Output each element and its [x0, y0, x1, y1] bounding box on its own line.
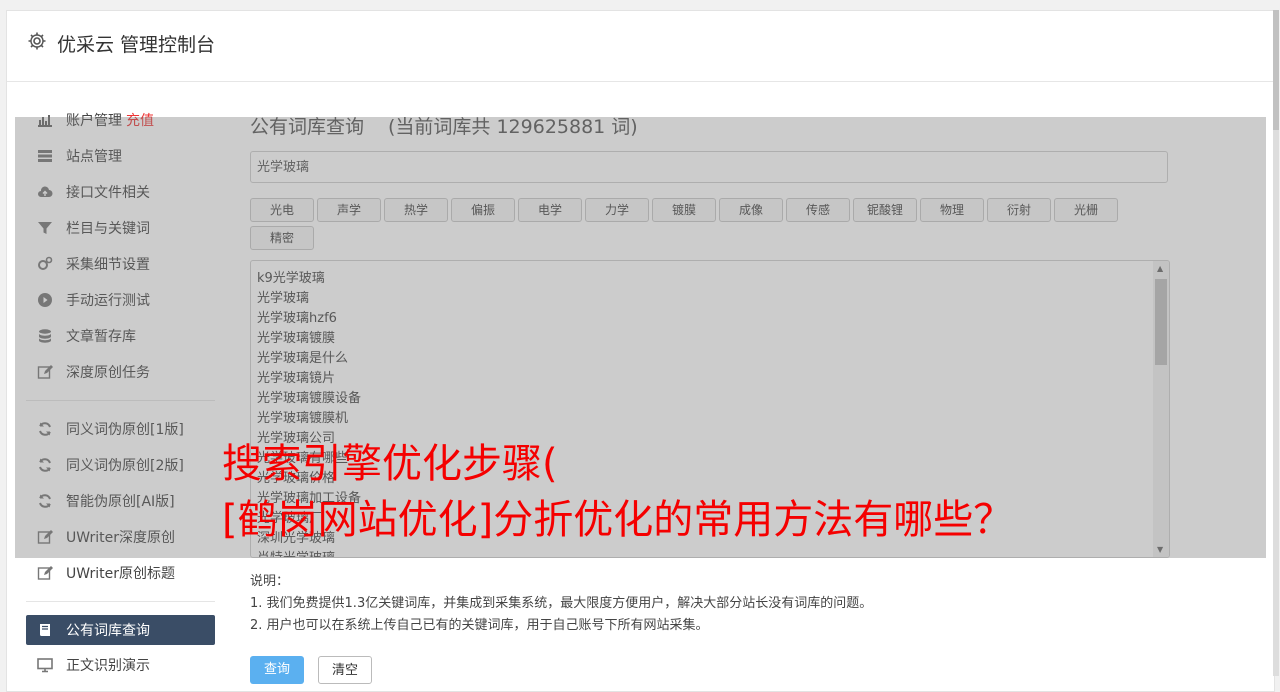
gear-icon: [27, 31, 47, 51]
cloud-upload-icon: [36, 184, 54, 200]
tag-button[interactable]: 精密: [250, 226, 314, 250]
results-scrollbar[interactable]: ▲ ▼: [1153, 261, 1169, 557]
sidebar-item-label: 接口文件相关: [66, 185, 150, 201]
sidebar-divider: [26, 601, 215, 602]
tag-button[interactable]: 铌酸锂: [853, 198, 917, 222]
result-line: 深圳光学玻璃: [257, 531, 336, 546]
refresh-icon: [36, 421, 54, 437]
sidebar-item-columns-keywords[interactable]: 栏目与关键词: [36, 216, 150, 240]
edit-icon: [36, 364, 54, 380]
page-scrollbar-thumb[interactable]: [1273, 10, 1279, 130]
usage-notes: 说明： 1. 我们免费提供1.3亿关键词库，并集成到采集系统，最大限度方便用户，…: [250, 571, 872, 637]
note-line: 2. 用户也可以在系统上传自己已有的关键词库，用于自己账号下所有网站采集。: [250, 618, 709, 633]
refresh-icon: [36, 457, 54, 473]
sidebar-item-account[interactable]: 账户管理 充值: [36, 108, 154, 132]
sidebar-item-label: UWriter深度原创: [66, 530, 175, 546]
tag-button[interactable]: 声学: [317, 198, 381, 222]
sidebar-item-uwriter-deep[interactable]: UWriter深度原创: [36, 525, 175, 549]
tag-button[interactable]: 成像: [719, 198, 783, 222]
sidebar-item-public-lexicon[interactable]: 公有词库查询: [36, 618, 150, 642]
page-title: 优采云 管理控制台: [57, 34, 216, 56]
sidebar-item-manual-run[interactable]: 手动运行测试: [36, 288, 150, 312]
book-icon: [36, 622, 54, 638]
keyword-results-textarea[interactable]: k9光学玻璃 光学玻璃 光学玻璃hzf6 光学玻璃镀膜 光学玻璃是什么 光学玻璃…: [250, 260, 1170, 558]
sidebar-item-interface-files[interactable]: 接口文件相关: [36, 180, 150, 204]
bar-chart-icon: [36, 112, 54, 128]
result-line: 光学玻璃镀膜: [257, 331, 336, 346]
sidebar-item-article-storage[interactable]: 文章暂存库: [36, 324, 136, 348]
keyword-search-input[interactable]: 光学玻璃: [250, 151, 1168, 183]
tag-button[interactable]: 电学: [518, 198, 582, 222]
edit-icon: [36, 565, 54, 581]
sidebar-item-uwriter-title[interactable]: UWriter原创标题: [36, 561, 175, 585]
sidebar-item-label: 文章暂存库: [66, 329, 136, 345]
scroll-down-icon[interactable]: ▼: [1157, 545, 1163, 554]
play-circle-icon: [36, 292, 54, 308]
tag-button[interactable]: 光栅: [1054, 198, 1118, 222]
sidebar-item-label: UWriter原创标题: [66, 566, 175, 582]
result-line: 光学玻璃厂: [257, 511, 323, 526]
result-line: 光学玻璃有哪些: [257, 451, 349, 466]
edit-icon: [36, 529, 54, 545]
result-line: k9光学玻璃: [257, 271, 325, 286]
sidebar-item-synonym-v2[interactable]: 同义词伪原创[2版]: [36, 453, 184, 477]
server-icon: [36, 148, 54, 164]
sidebar-item-label: 正文识别演示: [66, 658, 150, 674]
sidebar-item-label: 栏目与关键词: [66, 221, 150, 237]
page-header: 优采云 管理控制台: [7, 11, 1274, 82]
notes-title: 说明：: [250, 574, 290, 589]
result-line: 光学玻璃镀膜机: [257, 411, 349, 426]
sidebar-item-sites[interactable]: 站点管理: [36, 144, 122, 168]
database-icon: [36, 328, 54, 344]
sidebar-item-label: 智能伪原创[AI版]: [66, 494, 175, 510]
result-line: 光学玻璃公司: [257, 431, 336, 446]
tag-button[interactable]: 镀膜: [652, 198, 716, 222]
result-line: 肖特光学玻璃: [257, 547, 335, 557]
sidebar-item-label: 账户管理: [66, 113, 122, 129]
result-line: 光学玻璃hzf6: [257, 311, 337, 326]
result-line: 光学玻璃镜片: [257, 371, 336, 386]
result-line: 光学玻璃是什么: [257, 351, 349, 366]
recharge-link[interactable]: 充值: [126, 110, 154, 130]
page-scrollbar[interactable]: [1273, 10, 1279, 676]
sidebar-item-deep-original-task[interactable]: 深度原创任务: [36, 360, 150, 384]
note-line: 1. 我们免费提供1.3亿关键词库，并集成到采集系统，最大限度方便用户，解决大部…: [250, 596, 873, 611]
sidebar-item-label: 站点管理: [66, 149, 122, 165]
sidebar-item-label: 采集细节设置: [66, 257, 150, 273]
result-line: 光学玻璃加工设备: [257, 491, 362, 506]
sidebar-item-label: 深度原创任务: [66, 365, 150, 381]
lexicon-title-text: 公有词库查询: [250, 116, 365, 138]
clear-button[interactable]: 清空: [318, 656, 372, 684]
lexicon-count: (当前词库共 129625881 词): [388, 116, 638, 138]
results-scrollbar-thumb[interactable]: [1155, 279, 1167, 365]
tag-button[interactable]: 热学: [384, 198, 448, 222]
sidebar-divider: [26, 400, 215, 401]
tag-button[interactable]: 物理: [920, 198, 984, 222]
filter-icon: [36, 220, 54, 236]
scroll-up-icon[interactable]: ▲: [1157, 264, 1163, 273]
tag-button[interactable]: 偏振: [451, 198, 515, 222]
tag-button[interactable]: 传感: [786, 198, 850, 222]
sidebar-item-label: 公有词库查询: [66, 623, 150, 639]
tag-button[interactable]: 力学: [585, 198, 649, 222]
result-line: 光学玻璃: [257, 291, 310, 306]
sidebar-item-text-recognition-demo[interactable]: 正文识别演示: [36, 653, 150, 677]
sidebar-item-label: 同义词伪原创[1版]: [66, 422, 184, 438]
sidebar-item-collect-settings[interactable]: 采集细节设置: [36, 252, 150, 276]
result-line: 光学玻璃镀膜设备: [257, 391, 362, 406]
lexicon-title: 公有词库查询 (当前词库共 129625881 词): [250, 112, 638, 139]
result-line: 光学玻璃价格: [257, 471, 336, 486]
tag-button[interactable]: 衍射: [987, 198, 1051, 222]
sidebar-item-label: 手动运行测试: [66, 293, 150, 309]
query-button[interactable]: 查询: [250, 656, 304, 684]
refresh-icon: [36, 493, 54, 509]
sidebar-item-ai-rewrite[interactable]: 智能伪原创[AI版]: [36, 489, 175, 513]
monitor-icon: [36, 657, 54, 673]
sidebar-item-synonym-v1[interactable]: 同义词伪原创[1版]: [36, 417, 184, 441]
sidebar-item-label: 同义词伪原创[2版]: [66, 458, 184, 474]
cogs-icon: [36, 256, 54, 272]
tag-button[interactable]: 光电: [250, 198, 314, 222]
